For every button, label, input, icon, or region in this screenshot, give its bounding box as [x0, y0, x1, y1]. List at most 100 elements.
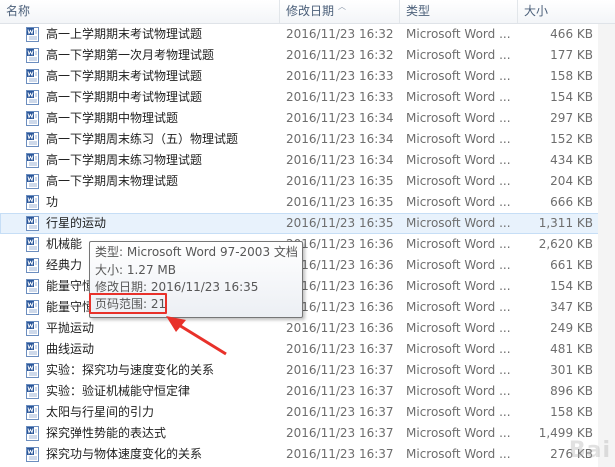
file-row[interactable]: 实验：验证机械能守恒定律 2016/11/23 16:37 Microsoft Wo… — [0, 381, 615, 402]
file-type: Microsoft Word ... — [406, 111, 511, 125]
file-name: 高一上学期期末考试物理试题 — [46, 27, 203, 41]
file-size: 481 KB — [550, 342, 593, 356]
file-name: 实验：验证机械能守恒定律 — [46, 384, 191, 398]
word-document-icon — [26, 90, 39, 105]
file-date: 2016/11/23 16:35 — [286, 174, 394, 188]
file-size: 896 KB — [550, 384, 593, 398]
file-name: 实验：探究功与速度变化的关系 — [46, 363, 215, 377]
file-name: 能量守恒 — [46, 279, 95, 293]
file-type: Microsoft Word ... — [406, 174, 511, 188]
column-header-type[interactable]: 类型 — [400, 0, 518, 23]
file-size: 347 KB — [550, 300, 593, 314]
word-document-icon — [26, 174, 39, 189]
file-date: 2016/11/23 16:37 — [286, 384, 394, 398]
tooltip-type: 类型: Microsoft Word 97-2003 文档 — [95, 245, 298, 259]
file-row[interactable]: 高一下学期周末练习物理试题 2016/11/23 16:34 Microsoft W… — [0, 150, 615, 171]
file-type: Microsoft Word ... — [406, 405, 511, 419]
file-name: 平抛运动 — [46, 321, 95, 335]
column-header-size[interactable]: 大小 — [518, 0, 615, 23]
file-type: Microsoft Word ... — [406, 69, 511, 83]
file-name: 高一下学期第一次月考物理试题 — [46, 48, 215, 62]
file-row[interactable]: 探究功与物体速度变化的关系 2016/11/23 16:37 Microsoft W… — [0, 444, 615, 465]
file-row[interactable]: 功 2016/11/23 16:35 Microsoft Word ... 666 K… — [0, 192, 615, 213]
file-size: 2,620 KB — [538, 237, 593, 251]
column-header-name[interactable]: 名称 — [0, 0, 280, 23]
file-type: Microsoft Word ... — [406, 279, 511, 293]
file-date: 2016/11/23 16:37 — [286, 342, 394, 356]
word-document-icon — [26, 300, 39, 315]
file-size: 158 KB — [550, 69, 593, 83]
file-type: Microsoft Word ... — [406, 258, 511, 272]
word-document-icon — [26, 426, 39, 441]
file-name: 高一下学期周末物理试题 — [46, 174, 179, 188]
file-date: 2016/11/23 16:37 — [286, 447, 394, 461]
word-document-icon — [26, 132, 39, 147]
file-date: 2016/11/23 16:37 — [286, 405, 394, 419]
watermark-logo: Bai — [568, 438, 611, 463]
word-document-icon — [26, 384, 39, 399]
file-row[interactable]: 高一下学期期末考试物理试题 2016/11/23 16:33 Microsoft W… — [0, 66, 615, 87]
file-type: Microsoft Word ... — [406, 90, 511, 104]
word-document-icon — [26, 195, 39, 210]
file-type: Microsoft Word ... — [406, 195, 511, 209]
pointer-arrow-icon — [166, 316, 227, 356]
file-name: 行星的运动 — [46, 216, 107, 230]
file-date: 2016/11/23 16:34 — [286, 111, 394, 125]
word-document-icon — [26, 216, 39, 231]
file-name: 能量守恒 — [46, 300, 95, 314]
file-size: 466 KB — [550, 27, 593, 41]
word-document-icon — [26, 237, 39, 252]
file-size: 152 KB — [550, 132, 593, 146]
word-document-icon — [26, 363, 39, 378]
file-size: 204 KB — [550, 174, 593, 188]
file-row[interactable]: 实验：探究功与速度变化的关系 2016/11/23 16:37 Microsoft … — [0, 360, 615, 381]
file-date: 2016/11/23 16:33 — [286, 69, 394, 83]
file-size: 154 KB — [550, 90, 593, 104]
column-header-date[interactable]: 修改日期 — [280, 0, 400, 23]
file-name: 探究弹性势能的表达式 — [46, 426, 167, 440]
file-type: Microsoft Word ... — [406, 132, 511, 146]
file-row[interactable]: 高一下学期期中物理试题 2016/11/23 16:34 Microsoft Wor… — [0, 108, 615, 129]
file-size: 1,311 KB — [538, 216, 593, 230]
file-name: 经典力 — [46, 258, 83, 272]
file-row[interactable]: 太阳与行星间的引力 2016/11/23 16:37 Microsoft Word … — [0, 402, 615, 423]
word-document-icon — [26, 258, 39, 273]
file-type: Microsoft Word ... — [406, 342, 511, 356]
file-size: 666 KB — [550, 195, 593, 209]
file-type: Microsoft Word ... — [406, 384, 511, 398]
file-name: 曲线运动 — [46, 342, 95, 356]
word-document-icon — [26, 48, 39, 63]
file-row[interactable]: 高一下学期周末练习（五）物理试题 2016/11/23 16:34 Microsof… — [0, 129, 615, 150]
file-row[interactable]: 行星的运动 2016/11/23 16:35 Microsoft Word ... 1… — [0, 213, 615, 234]
file-row[interactable]: 高一上学期期末考试物理试题 2016/11/23 16:32 Microsoft W… — [0, 24, 615, 45]
file-size: 249 KB — [550, 321, 593, 335]
file-row[interactable]: 高一下学期第一次月考物理试题 2016/11/23 16:32 Microsoft … — [0, 45, 615, 66]
file-date: 2016/11/23 16:32 — [286, 27, 394, 41]
file-name: 太阳与行星间的引力 — [46, 405, 155, 419]
file-date: 2016/11/23 16:34 — [286, 132, 394, 146]
file-size: 434 KB — [550, 153, 593, 167]
file-size: 661 KB — [550, 258, 593, 272]
file-row[interactable]: 探究弹性势能的表达式 2016/11/23 16:37 Microsoft Word… — [0, 423, 615, 444]
file-name: 探究功与物体速度变化的关系 — [46, 447, 203, 461]
file-row[interactable]: 高一下学期周末物理试题 2016/11/23 16:35 Microsoft Wor… — [0, 171, 615, 192]
file-size: 301 KB — [550, 363, 593, 377]
file-row[interactable]: 高一下学期期中考试物理试题 2016/11/23 16:33 Microsoft W… — [0, 87, 615, 108]
file-date: 2016/11/23 16:37 — [286, 426, 394, 440]
file-row[interactable]: 平抛运动 2016/11/23 16:36 Microsoft Word ... 24… — [0, 318, 615, 339]
vertical-scrollbar[interactable] — [598, 24, 615, 467]
column-header: 名称 ︿ 修改日期 类型 大小 — [0, 0, 615, 24]
word-document-icon — [26, 405, 39, 420]
file-type: Microsoft Word ... — [406, 363, 511, 377]
file-type: Microsoft Word ... — [406, 153, 511, 167]
file-type: Microsoft Word ... — [406, 300, 511, 314]
word-document-icon — [26, 342, 39, 357]
file-name: 高一下学期期末考试物理试题 — [46, 69, 203, 83]
file-size: 297 KB — [550, 111, 593, 125]
file-type: Microsoft Word ... — [406, 48, 511, 62]
file-row[interactable]: 曲线运动 2016/11/23 16:37 Microsoft Word ... 48… — [0, 339, 615, 360]
file-name: 高一下学期周末练习物理试题 — [46, 153, 203, 167]
file-name: 高一下学期期中考试物理试题 — [46, 90, 203, 104]
file-size: 154 KB — [550, 279, 593, 293]
file-date: 2016/11/23 16:36 — [286, 321, 394, 335]
